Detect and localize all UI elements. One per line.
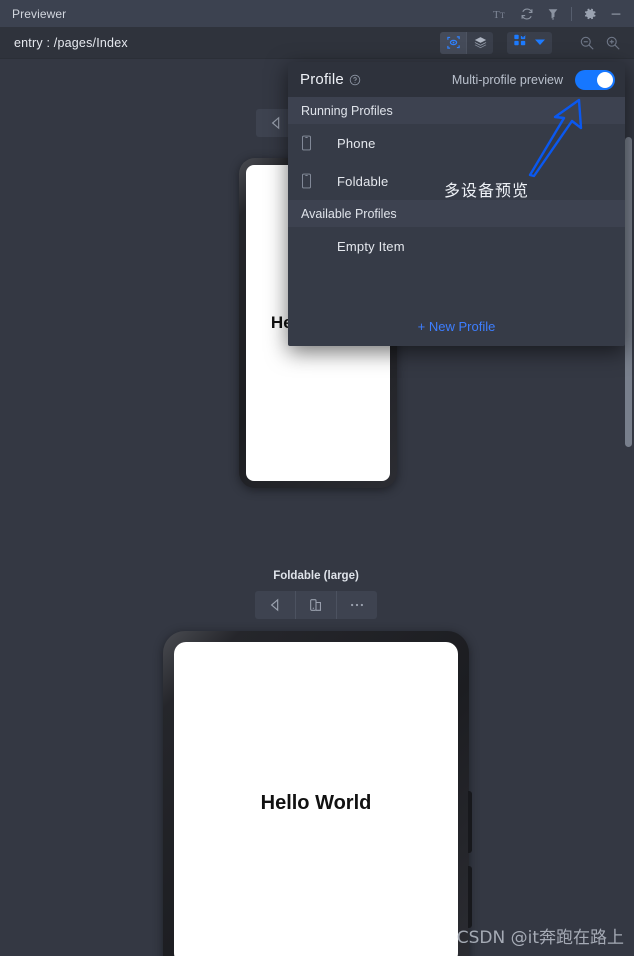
device-preview-foldable-large[interactable]: Foldable (large) Hello World xyxy=(163,570,472,956)
foldable-bezel: Hello World xyxy=(163,631,472,956)
minimize-icon[interactable] xyxy=(604,3,628,25)
inspect-icon[interactable] xyxy=(440,31,466,54)
titlebar-icon-group: T T xyxy=(489,3,628,25)
canvas-scrollbar-thumb[interactable] xyxy=(625,137,632,447)
more-icon[interactable] xyxy=(337,591,377,619)
multi-profile-toggle-label: Multi-profile preview xyxy=(451,72,563,87)
fold-icon[interactable] xyxy=(296,591,336,619)
titlebar-divider xyxy=(571,6,572,21)
foldable-device-icon xyxy=(301,173,323,189)
font-size-icon[interactable]: T T xyxy=(489,3,513,25)
profile-item-empty-label: Empty Item xyxy=(337,238,405,254)
entry-path-label: entry : /pages/Index xyxy=(14,35,128,50)
profile-item-phone-label: Phone xyxy=(337,135,376,151)
foldable-screen-text: Hello World xyxy=(260,792,372,814)
device-side-button-2[interactable] xyxy=(468,866,472,928)
svg-text:T: T xyxy=(500,11,505,20)
profile-item-foldable-label: Foldable xyxy=(337,173,389,189)
refresh-icon[interactable] xyxy=(515,3,539,25)
profile-dropdown-panel: Profile Multi-profile preview Running Pr… xyxy=(288,62,625,346)
pin-icon[interactable] xyxy=(541,3,565,25)
profile-item-empty[interactable]: Empty Item xyxy=(288,227,625,265)
profile-panel-header: Profile Multi-profile preview xyxy=(288,62,625,97)
new-profile-button[interactable]: + New Profile xyxy=(288,306,625,346)
layers-icon[interactable] xyxy=(467,32,493,54)
profile-item-phone[interactable]: Phone xyxy=(288,124,625,162)
gear-icon[interactable] xyxy=(578,3,602,25)
available-profiles-body xyxy=(288,265,625,306)
chevron-down-icon[interactable] xyxy=(534,34,546,52)
svg-text:T: T xyxy=(493,9,500,21)
rotate-left-icon[interactable] xyxy=(255,591,295,619)
csdn-watermark: CSDN @it奔跑在路上 xyxy=(456,928,624,948)
profile-panel-title: Profile xyxy=(300,71,344,88)
window-titlebar: Previewer T T xyxy=(0,0,634,27)
section-heading-running-profiles: Running Profiles xyxy=(288,97,625,124)
foldable-device-controls xyxy=(163,591,469,619)
inspect-layers-group xyxy=(440,31,493,54)
zoom-in-icon[interactable] xyxy=(600,32,626,54)
multi-profile-toggle[interactable] xyxy=(575,69,615,90)
window-title: Previewer xyxy=(12,6,67,21)
annotation-label: 多设备预览 xyxy=(444,181,530,200)
toggle-knob xyxy=(597,71,613,88)
previewer-toolbar: entry : /pages/Index xyxy=(0,27,634,59)
device-side-button-1[interactable] xyxy=(468,791,472,853)
phone-device-icon xyxy=(301,135,323,151)
help-circle-icon[interactable] xyxy=(349,74,361,86)
zoom-out-icon[interactable] xyxy=(574,32,600,54)
grid-add-icon[interactable] xyxy=(513,33,527,52)
profile-grid-group[interactable] xyxy=(507,31,552,54)
foldable-screen[interactable]: Hello World xyxy=(174,642,458,956)
foldable-control-bar xyxy=(255,591,377,619)
device-caption-foldable-large: Foldable (large) xyxy=(273,570,359,582)
section-heading-available-profiles: Available Profiles xyxy=(288,200,625,227)
